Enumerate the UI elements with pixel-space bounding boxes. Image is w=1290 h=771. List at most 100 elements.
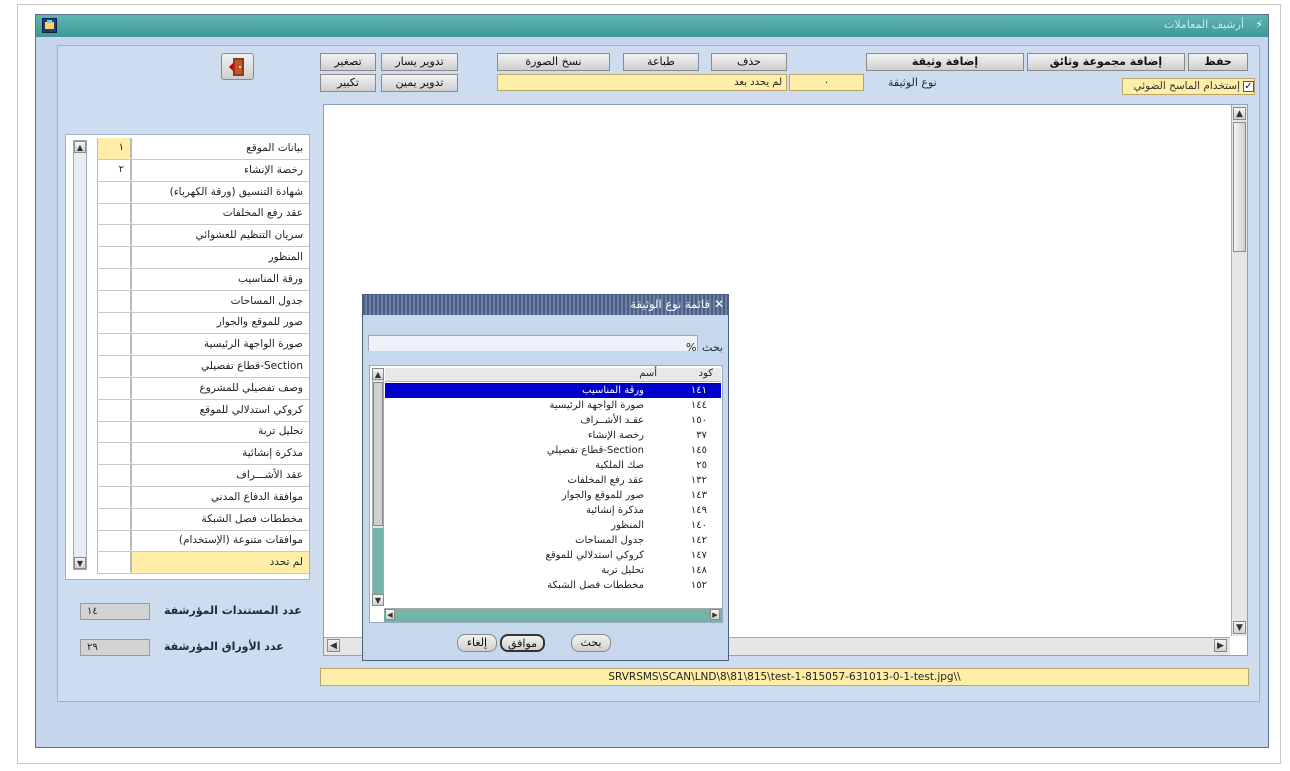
window-menu-icon[interactable]: ⚡ xyxy=(1255,18,1263,31)
title-bar[interactable]: أرشيف المعاملات ⚡ xyxy=(36,15,1268,37)
document-list-item[interactable]: مخططات فصل الشبكة xyxy=(66,508,309,531)
dialog-result-row[interactable]: ٣٧ رخصة الإنشاء xyxy=(385,428,721,443)
document-list-item[interactable]: بيانات الموقع ١ xyxy=(66,138,309,160)
document-list-item-number xyxy=(97,225,131,246)
dialog-scroll-right-arrow[interactable]: ▶ xyxy=(710,609,720,620)
use-default-scanner-checkbox[interactable]: ✓ xyxy=(1243,81,1254,92)
viewer-scroll-thumb[interactable] xyxy=(1233,122,1246,252)
document-list-item-number xyxy=(97,203,131,224)
document-list-item-number xyxy=(97,247,131,267)
viewer-scroll-down-arrow[interactable]: ▼ xyxy=(1233,621,1246,634)
indexed-documents-label: عدد المستندات المؤرشفة xyxy=(164,604,302,617)
indexed-pages-count: ٢٩ xyxy=(80,639,150,656)
document-list-item[interactable]: سريان التنظيم للعشوائي xyxy=(66,225,309,248)
dialog-result-name: رخصة الإنشاء xyxy=(587,430,644,441)
dialog-result-name: صور للموقع والجوار xyxy=(561,490,644,501)
exit-door-icon xyxy=(228,58,244,76)
document-list-item-label: بيانات الموقع xyxy=(246,142,303,154)
document-list-item[interactable]: مذكرة إنشائية xyxy=(66,443,309,466)
rotate-right-button[interactable]: تدوير يمين xyxy=(381,74,458,92)
dialog-result-name: كروكي استدلالي للموقع xyxy=(545,550,644,561)
dialog-result-name: تحليل تربة xyxy=(601,565,644,576)
dialog-result-row[interactable]: ١٤٣ صور للموقع والجوار xyxy=(385,488,721,503)
dialog-result-row[interactable]: ١٥٠ عقـد الأشــراف xyxy=(385,413,721,428)
dialog-column-name[interactable]: أسم xyxy=(639,368,657,379)
dialog-result-name: جدول المساحات xyxy=(575,535,644,546)
document-list-item[interactable]: رخصة الإنشاء ٢ xyxy=(66,159,309,182)
dialog-result-row[interactable]: ١٤١ ورقة المناسيب xyxy=(385,383,721,398)
document-list-item-number xyxy=(97,268,131,289)
dialog-ok-button[interactable]: موافق xyxy=(500,634,545,652)
copy-image-button[interactable]: نسخ الصورة xyxy=(497,53,610,71)
document-list-item[interactable]: قطاع تفصيلي-Section xyxy=(66,356,309,378)
dialog-result-code: ١٤٧ xyxy=(690,550,707,561)
dialog-column-code[interactable]: كود xyxy=(699,368,713,379)
add-document-button[interactable]: إضافة وثيقة xyxy=(866,53,1024,71)
document-list-item[interactable]: عقد الأشـــراف xyxy=(66,465,309,487)
document-list-item-label: موافقة الدفاع المدني xyxy=(210,490,303,503)
document-list-item-number xyxy=(97,290,131,311)
dialog-result-row[interactable]: ١٤٥ قطاع تفصيلي-Section xyxy=(385,443,721,458)
dialog-scroll-thumb[interactable] xyxy=(373,382,383,526)
document-list-item-number xyxy=(97,356,131,376)
document-list-item[interactable]: ورقة المناسيب xyxy=(66,268,309,291)
save-button[interactable]: حفظ xyxy=(1188,53,1248,71)
viewer-scroll-up-arrow[interactable]: ▲ xyxy=(1233,107,1246,120)
dialog-scroll-down-arrow[interactable]: ▼ xyxy=(372,594,384,606)
dialog-horizontal-scrollbar[interactable] xyxy=(384,608,722,622)
dialog-cancel-button[interactable]: إلغاء xyxy=(457,634,497,652)
document-type-code-field[interactable]: ٠ xyxy=(789,74,864,91)
dialog-result-name: عقـد الأشــراف xyxy=(580,415,644,426)
dialog-result-row[interactable]: ١٤٠ المنظور xyxy=(385,518,721,533)
document-list-item[interactable]: شهادة التنسيق (ورقة الكهرباء) xyxy=(66,181,309,204)
document-list-item[interactable]: موافقات متنوعة (الإستخدام) xyxy=(66,530,309,553)
document-list-item[interactable]: جدول المساحات xyxy=(66,290,309,313)
dialog-result-row[interactable]: ١٤٤ صورة الواجهة الرئيسية xyxy=(385,398,721,413)
document-list-item[interactable]: صورة الواجهة الرئيسية xyxy=(66,334,309,357)
document-list-item-label: مذكرة إنشائية xyxy=(242,447,303,460)
document-list-item-label: جدول المساحات xyxy=(230,294,303,307)
document-type-name-field[interactable]: لم يحدد بعد xyxy=(497,74,787,91)
add-document-group-button[interactable]: إضافة مجموعة وثائق xyxy=(1027,53,1185,71)
dialog-search-value: % xyxy=(686,341,697,354)
document-list-item[interactable]: كروكي استدلالي للموقع xyxy=(66,399,309,422)
exit-button[interactable] xyxy=(221,53,254,80)
dialog-close-icon[interactable]: ✕ xyxy=(714,297,724,311)
dialog-result-row[interactable]: ١٤٨ تحليل تربة xyxy=(385,563,721,578)
document-list-item[interactable]: المنظور xyxy=(66,247,309,269)
dialog-result-row[interactable]: ١٤٢ جدول المساحات xyxy=(385,533,721,548)
dialog-result-code: ١٥٢ xyxy=(690,580,707,591)
dialog-result-code: ١٤٤ xyxy=(690,400,707,411)
document-list-item-number xyxy=(97,508,131,529)
dialog-result-name: قطاع تفصيلي-Section xyxy=(546,445,644,456)
document-list-item-label: عقد رفع المخلفات xyxy=(222,207,303,220)
zoom-out-button[interactable]: تصغير xyxy=(320,53,376,71)
viewer-scroll-right-arrow[interactable]: ▶ xyxy=(1214,639,1227,652)
dialog-result-row[interactable]: ١٥٢ مخططات فصل الشبكة xyxy=(385,578,721,593)
dialog-scroll-left-arrow[interactable]: ◀ xyxy=(385,609,395,620)
document-list-item[interactable]: وصف تفصيلي للمشروع xyxy=(66,377,309,400)
document-list-item-label: شهادة التنسيق (ورقة الكهرباء) xyxy=(169,185,303,198)
viewer-scroll-left-arrow[interactable]: ◀ xyxy=(327,639,340,652)
dialog-search-input[interactable] xyxy=(368,335,698,351)
dialog-result-row[interactable]: ١٣٢ عقد رفع المخلفات xyxy=(385,473,721,488)
delete-button[interactable]: حذف xyxy=(711,53,787,71)
dialog-result-row[interactable]: ١٤٩ مذكرة إنشائية xyxy=(385,503,721,518)
dialog-result-row[interactable]: ٢٥ صك الملكية xyxy=(385,458,721,473)
dialog-result-code: ١٤٣ xyxy=(690,490,707,501)
dialog-result-row[interactable]: ١٤٧ كروكي استدلالي للموقع xyxy=(385,548,721,563)
dialog-search-button[interactable]: بحث xyxy=(571,634,611,652)
document-list-item[interactable]: موافقة الدفاع المدني xyxy=(66,486,309,509)
dialog-title-bar[interactable]: قائمة نوع الوثيقة ✕ xyxy=(363,295,728,315)
dialog-scroll-up-arrow[interactable]: ▲ xyxy=(372,368,384,380)
document-list-item[interactable]: عقد رفع المخلفات xyxy=(66,203,309,226)
rotate-left-button[interactable]: تدوير يسار xyxy=(381,53,458,71)
document-list-item[interactable]: لم تحدد xyxy=(66,552,309,575)
document-list-item[interactable]: صور للموقع والجوار xyxy=(66,312,309,335)
document-list-item-label: عقد الأشـــراف xyxy=(236,469,303,481)
document-list-item[interactable]: تحليل تربة xyxy=(66,421,309,444)
print-button[interactable]: طباعة xyxy=(623,53,699,71)
document-list: ▲ ▼ بيانات الموقع ١ رخصة الإنشاء ٢ شهادة الت… xyxy=(65,134,310,580)
zoom-in-button[interactable]: تكبير xyxy=(320,74,376,92)
document-list-item-label: المنظور xyxy=(268,251,303,263)
